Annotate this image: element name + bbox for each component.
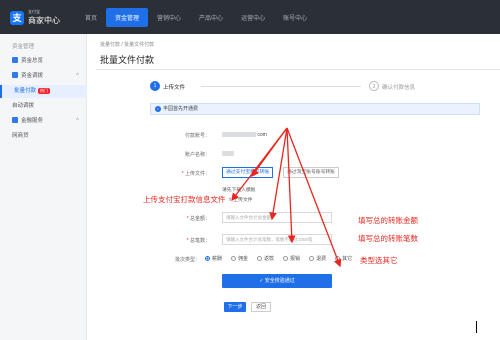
back-button[interactable]: 返回 xyxy=(251,302,271,312)
nav-operations[interactable]: 运营中心 xyxy=(232,8,274,27)
sidebar: 资金管理 资金总览 资金调拨 ^ 批量付款 热门 自动调拨 金融服务 ^ 网商贷 xyxy=(0,34,87,340)
annotation-amount: 填写总的转账金额 xyxy=(358,216,418,225)
chevron-up-icon: ^ xyxy=(76,73,79,79)
radio-icon xyxy=(335,256,341,261)
check-circle-icon: ✓ xyxy=(259,278,264,284)
chevron-up-icon: ^ xyxy=(76,118,79,124)
brand-text-group: 支付宝 商家中心 xyxy=(28,9,60,26)
info-icon: i xyxy=(155,106,161,112)
text-cursor xyxy=(476,321,477,333)
sidebar-item-mybank-loan[interactable]: 网商贷 xyxy=(0,130,87,143)
redacted-value xyxy=(222,132,256,137)
batch-type-radio-group: 薪酬 佣金 返款 报销 退费 其它 xyxy=(205,255,352,262)
account-name-value xyxy=(222,151,234,157)
arrow-to-type xyxy=(286,127,342,268)
step-indicator: 1 上传文件 2 确认付款信息 xyxy=(96,75,500,97)
sidebar-item-overview[interactable]: 资金总览 xyxy=(0,55,87,68)
upload-icon: ⇪ xyxy=(228,198,233,203)
radio-icon xyxy=(257,256,263,261)
radio-icon xyxy=(231,256,237,261)
annotation-count: 填写总的转账笔数 xyxy=(358,234,418,243)
breadcrumb[interactable]: 批量付款 / 批量文件付款 xyxy=(100,41,154,48)
header-divider xyxy=(96,69,500,70)
arrow-to-count xyxy=(286,127,296,244)
step-2-label: 确认付款信息 xyxy=(382,85,416,91)
transfer-icon xyxy=(12,72,18,78)
total-amount-input[interactable]: 请输入文件合计总金额 xyxy=(222,212,332,223)
step-1-label: 上传文件 xyxy=(163,85,186,91)
brand-logo[interactable]: 支 支付宝 商家中心 xyxy=(10,9,60,26)
nav-products[interactable]: 产品中心 xyxy=(190,8,232,27)
info-notice: i 丰园首先开通费 xyxy=(150,103,480,115)
radio-salary[interactable]: 薪酬 xyxy=(205,255,222,262)
sidebar-item-label: 资金总览 xyxy=(21,58,44,64)
count-label: * 总笔数： xyxy=(186,238,210,244)
step-2-circle: 2 xyxy=(369,81,379,91)
radio-selected-icon xyxy=(205,256,210,261)
sidebar-item-label: 批量付款 xyxy=(14,88,37,94)
next-button[interactable]: 下一步 xyxy=(224,302,246,312)
step-1-circle: 1 xyxy=(150,81,160,91)
radio-commission[interactable]: 佣金 xyxy=(231,255,248,262)
main-nav: 首页 资金管理 营销中心 产品中心 运营中心 账号中心 xyxy=(76,8,316,27)
sidebar-group-title: 资金管理 xyxy=(12,44,35,50)
radio-fee-refund[interactable]: 退费 xyxy=(309,255,326,262)
radio-icon xyxy=(283,256,289,261)
wallet-icon xyxy=(12,57,18,63)
batch-type-label: 批次类型： xyxy=(174,257,200,263)
upload-label: * 上传文件： xyxy=(181,171,210,177)
brand-title: 商家中心 xyxy=(28,16,60,25)
sidebar-item-label: 资金调拨 xyxy=(21,73,44,79)
upload-file-button[interactable]: ⇪ 上传文件 xyxy=(228,196,253,203)
redacted-value xyxy=(222,151,234,156)
step-connector xyxy=(201,86,361,87)
tab-taobao-transfer[interactable]: 通过淘宝账号账号转账 xyxy=(283,167,339,178)
amount-label: * 总金额： xyxy=(186,216,210,222)
nav-home[interactable]: 首页 xyxy=(76,8,106,27)
radio-reimbursement[interactable]: 报销 xyxy=(283,255,300,262)
annotation-upload: 上传支付宝打款信息文件 xyxy=(143,195,226,204)
sidebar-item-batch-payment[interactable]: 批量付款 热门 xyxy=(0,85,87,98)
radio-refund[interactable]: 返款 xyxy=(257,255,274,262)
total-count-input[interactable]: 请输入文件合计总笔数，笔数不超过1000笔 xyxy=(222,234,332,245)
sidebar-item-financial-services[interactable]: 金融服务 ^ xyxy=(0,115,87,128)
hot-badge: 热门 xyxy=(38,88,51,94)
template-hint[interactable]: 请先下载入模板 xyxy=(222,186,256,193)
nav-marketing[interactable]: 营销中心 xyxy=(148,8,190,27)
page-title: 批量文件付款 xyxy=(100,55,155,65)
radio-other[interactable]: 其它 xyxy=(335,255,352,262)
security-verify-button[interactable]: ✓ 安全校验通过 xyxy=(222,274,332,288)
brand-subtitle: 支付宝 xyxy=(28,9,40,14)
nav-account[interactable]: 账号中心 xyxy=(274,8,316,27)
payer-account-value: com xyxy=(222,132,267,138)
sidebar-item-fund-transfer[interactable]: 资金调拨 ^ xyxy=(0,70,87,83)
top-navigation-bar: 支 支付宝 商家中心 首页 资金管理 营销中心 产品中心 运营中心 账号中心 xyxy=(0,0,500,34)
sidebar-item-label: 金融服务 xyxy=(21,118,44,124)
account-name-label: 账户名称： xyxy=(184,152,210,158)
notice-text: 丰园首先开通费 xyxy=(163,106,199,112)
tab-alipay-transfer[interactable]: 通过支付宝账号转账 xyxy=(222,167,274,178)
payer-account-label: 付款账号： xyxy=(184,133,210,139)
finance-icon xyxy=(12,117,18,123)
nav-fund-management[interactable]: 资金管理 xyxy=(106,8,149,27)
radio-icon xyxy=(309,256,315,261)
sidebar-item-auto-transfer[interactable]: 自动调拨 xyxy=(0,100,87,113)
annotation-type: 类型选其它 xyxy=(360,256,398,265)
alipay-logo-icon: 支 xyxy=(10,10,24,25)
